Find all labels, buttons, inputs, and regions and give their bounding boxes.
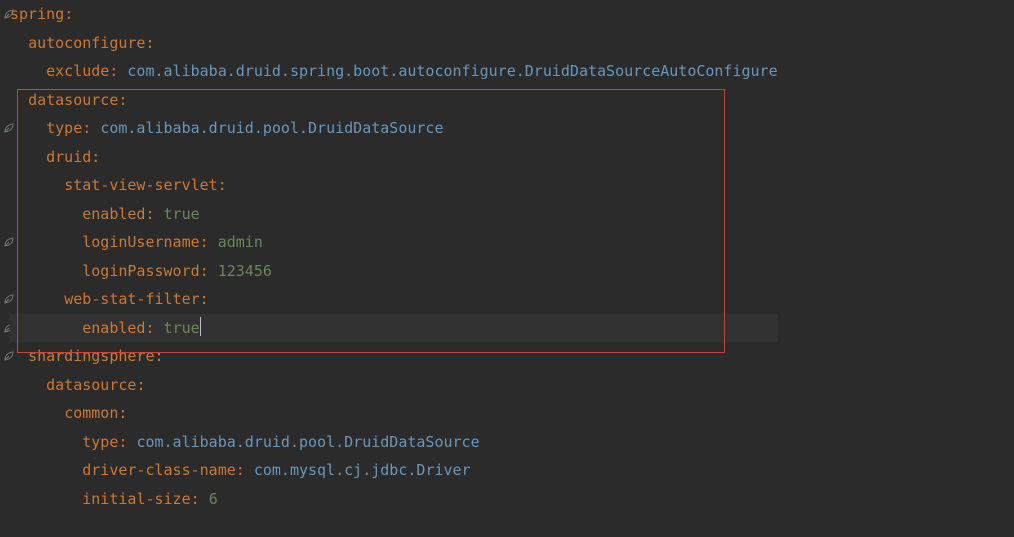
yaml-key: driver-class-name [82, 461, 236, 479]
yaml-key: web-stat-filter [64, 290, 199, 308]
colon: : [118, 433, 127, 451]
colon: : [118, 91, 127, 109]
code-line[interactable]: stat-view-servlet: [10, 171, 778, 200]
yaml-key: loginUsername [82, 233, 199, 251]
yaml-key: shardingsphere [28, 347, 154, 365]
code-line[interactable]: enabled: true [10, 314, 778, 343]
yaml-key: type [46, 119, 82, 137]
yaml-value: com.alibaba.druid.pool.DruidDataSource [100, 119, 443, 137]
yaml-key: exclude [46, 62, 109, 80]
yaml-key: datasource [46, 376, 136, 394]
colon: : [218, 176, 227, 194]
colon: : [118, 404, 127, 422]
colon: : [64, 5, 73, 23]
yaml-key: enabled [82, 319, 145, 337]
code-line[interactable]: exclude: com.alibaba.druid.spring.boot.a… [10, 57, 778, 86]
code-line[interactable]: enabled: true [10, 200, 778, 229]
code-line[interactable]: loginUsername: admin [10, 228, 778, 257]
yaml-key: type [82, 433, 118, 451]
colon: : [91, 148, 100, 166]
code-line[interactable]: web-stat-filter: [10, 285, 778, 314]
code-line[interactable]: datasource: [10, 371, 778, 400]
yaml-key: common [64, 404, 118, 422]
colon: : [200, 262, 209, 280]
colon: : [136, 376, 145, 394]
yaml-key: enabled [82, 205, 145, 223]
yaml-value: true [164, 205, 200, 223]
yaml-value: com.alibaba.druid.spring.boot.autoconfig… [127, 62, 777, 80]
yaml-key: loginPassword [82, 262, 199, 280]
yaml-key: druid [46, 148, 91, 166]
colon: : [200, 290, 209, 308]
colon: : [155, 347, 164, 365]
colon: : [200, 233, 209, 251]
yaml-value: admin [218, 233, 263, 251]
yaml-key: autoconfigure [28, 34, 145, 52]
colon: : [191, 490, 200, 508]
yaml-key: stat-view-servlet [64, 176, 218, 194]
colon: : [109, 62, 118, 80]
code-editor[interactable]: spring: autoconfigure: exclude: com.alib… [0, 0, 1014, 537]
colon: : [145, 205, 154, 223]
text-caret [200, 317, 201, 336]
code-line[interactable]: datasource: [10, 86, 778, 115]
colon: : [145, 319, 154, 337]
colon: : [236, 461, 245, 479]
yaml-key: spring [10, 5, 64, 23]
code-line[interactable]: loginPassword: 123456 [10, 257, 778, 286]
code-line[interactable]: driver-class-name: com.mysql.cj.jdbc.Dri… [10, 456, 778, 485]
code-line[interactable]: type: com.alibaba.druid.pool.DruidDataSo… [10, 428, 778, 457]
code-line[interactable]: common: [10, 399, 778, 428]
colon: : [82, 119, 91, 137]
yaml-value: true [164, 319, 200, 337]
yaml-key: initial-size [82, 490, 190, 508]
code-area[interactable]: spring: autoconfigure: exclude: com.alib… [0, 0, 778, 513]
yaml-value: 123456 [218, 262, 272, 280]
colon: : [145, 34, 154, 52]
yaml-value: com.mysql.cj.jdbc.Driver [254, 461, 471, 479]
code-line[interactable]: spring: [10, 0, 778, 29]
code-line[interactable]: druid: [10, 143, 778, 172]
code-line[interactable]: initial-size: 6 [10, 485, 778, 514]
code-line[interactable]: autoconfigure: [10, 29, 778, 58]
code-line[interactable]: shardingsphere: [10, 342, 778, 371]
yaml-key: datasource [28, 91, 118, 109]
yaml-value: 6 [209, 490, 218, 508]
yaml-value: com.alibaba.druid.pool.DruidDataSource [136, 433, 479, 451]
code-line[interactable]: type: com.alibaba.druid.pool.DruidDataSo… [10, 114, 778, 143]
